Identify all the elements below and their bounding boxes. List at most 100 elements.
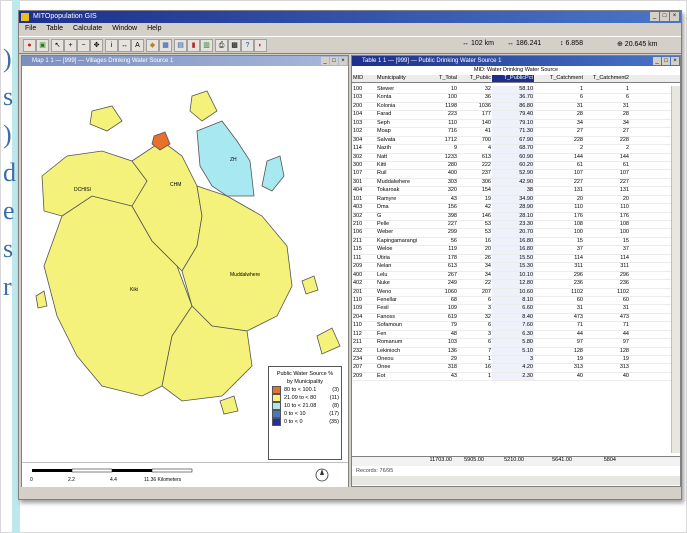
table-row[interactable]: 302 Natt 1233 613 60.90 144 144 xyxy=(352,153,672,162)
column-header[interactable]: T_Catchment2 xyxy=(584,75,630,82)
table-row[interactable]: 209 Eot 43 1 2.30 40 40 xyxy=(352,372,672,382)
table-row[interactable]: 115 Weloe 119 20 16.80 37 37 xyxy=(352,246,672,255)
menu-calculate[interactable]: Calculate xyxy=(73,23,102,35)
table-row[interactable]: 110 Fenellar 68 6 8.10 60 60 xyxy=(352,296,672,306)
table-row[interactable]: 100 Stewer 10 32 58.10 1 1 xyxy=(352,86,672,95)
zoom-out-icon[interactable]: − xyxy=(77,39,90,52)
table-row[interactable]: 210 Pelle 227 53 23.30 108 108 xyxy=(352,221,672,230)
table-row[interactable]: 106 Weber 299 53 20.70 100 100 xyxy=(352,229,672,238)
table-row[interactable]: 104 Farad 223 177 79.40 28 28 xyxy=(352,111,672,120)
close-button[interactable]: × xyxy=(670,12,679,21)
table-minimize-button[interactable]: _ xyxy=(653,57,661,65)
totals-cell xyxy=(352,457,374,466)
app-titlebar[interactable]: MITOpopulation GIS _ □ × xyxy=(19,11,681,23)
table-row[interactable]: 110 Sofamoun 79 6 7.60 71 71 xyxy=(352,322,672,331)
table-row[interactable]: 403 Dma 156 42 28.90 110 110 xyxy=(352,204,672,213)
menu-window[interactable]: Window xyxy=(112,23,137,35)
table-row[interactable]: 300 Kitti 280 222 60.20 61 61 xyxy=(352,161,672,171)
zoom-in-icon[interactable]: + xyxy=(64,39,77,52)
table-close-button[interactable]: × xyxy=(671,57,679,65)
print-icon[interactable]: ⎙ xyxy=(215,39,228,52)
query-icon[interactable]: ? xyxy=(241,39,254,52)
table-row[interactable]: 114 Nazih 9 4 68.70 2 2 xyxy=(352,145,672,154)
table-row[interactable]: 101 Ramyre 43 19 34.90 20 20 xyxy=(352,195,672,205)
table-row[interactable]: 400 Lelu 267 34 10.10 296 296 xyxy=(352,271,672,281)
column-header[interactable]: T_Catchment xyxy=(534,75,584,82)
table-row[interactable]: 234 Oneou 29 1 3 19 19 xyxy=(352,356,672,365)
column-header[interactable]: MID xyxy=(352,75,376,82)
table-row[interactable]: 209 Nelan 613 34 15.30 311 311 xyxy=(352,263,672,272)
minimize-button[interactable]: _ xyxy=(650,12,659,21)
table-cell: 20 xyxy=(484,246,491,253)
theme-icon[interactable]: ◐ xyxy=(254,39,267,52)
open-icon[interactable]: ● xyxy=(23,39,36,52)
table-row[interactable]: 107 Ruil 400 237 52.90 107 107 xyxy=(352,170,672,179)
map-icon[interactable]: ▦ xyxy=(159,39,172,52)
table-row[interactable]: 204 Fanoss 619 32 8.40 473 473 xyxy=(352,313,672,323)
table-row[interactable]: 304 Salvata 1712 700 67.90 228 228 xyxy=(352,136,672,146)
table-cell: 613 xyxy=(481,153,491,160)
menu-help[interactable]: Help xyxy=(147,23,161,35)
map-canvas[interactable]: DCHISI CHM ZH Muddalwhere Kiki Public Wa… xyxy=(22,66,348,461)
pan-icon[interactable]: ✥ xyxy=(90,39,103,52)
table-cell: 110 xyxy=(353,296,362,303)
table-cell: 228 xyxy=(619,136,629,143)
table-cell: 311 xyxy=(574,263,583,270)
column-header[interactable]: T_Total xyxy=(424,75,458,82)
table-row[interactable]: 301 Muddalwhere 303 306 42.90 227 227 xyxy=(352,178,672,188)
table-cell: 176 xyxy=(619,212,629,219)
table-cell: 110 xyxy=(448,119,457,126)
scale-tick-2: 4.4 xyxy=(110,477,117,483)
table-icon[interactable]: ▤ xyxy=(174,39,187,52)
table-row[interactable]: 102 Moap 716 41 71.30 27 27 xyxy=(352,128,672,137)
column-header-selected[interactable]: T_PublicPct xyxy=(492,75,534,83)
table-row[interactable]: 207 Onee 318 16 4.20 313 313 xyxy=(352,364,672,373)
table-cell: 100 xyxy=(619,229,629,236)
table-cell: 227 xyxy=(573,178,583,185)
map-window-title[interactable]: Map 1 1 — [999] — Villages Drinking Wate… xyxy=(22,56,348,66)
table-cell: 402 xyxy=(353,280,363,287)
table-cell: 6 xyxy=(579,94,583,101)
map-minimize-button[interactable]: _ xyxy=(321,57,329,65)
table-row[interactable]: 109 Fesil 109 3 6.60 31 31 xyxy=(352,305,672,314)
info-icon[interactable]: i xyxy=(105,39,118,52)
chart-icon[interactable]: ▮ xyxy=(187,39,200,52)
ruler-icon[interactable]: ↔ xyxy=(118,39,131,52)
table-cell: 71 xyxy=(576,322,583,329)
horizontal-scrollbar[interactable] xyxy=(352,476,680,485)
table-row[interactable]: 232 Lekinioch 136 7 5.10 128 128 xyxy=(352,347,672,356)
table-cell: 114 xyxy=(574,254,583,261)
column-header[interactable]: T_Public xyxy=(458,75,492,82)
select-icon[interactable]: ↖ xyxy=(51,39,64,52)
table-cell: 700 xyxy=(481,136,491,143)
table-row[interactable]: 201 Weno 1060 207 10.60 1102 1102 xyxy=(352,288,672,297)
map-close-button[interactable]: × xyxy=(339,57,347,65)
column-header[interactable]: Municipality xyxy=(376,75,424,82)
table-row[interactable]: 103 Konta 100 36 36.70 6 6 xyxy=(352,94,672,103)
table-cell: 103 xyxy=(353,119,363,126)
table-window-title[interactable]: Table 1 1 — [999] — Public Drinking Wate… xyxy=(352,56,680,66)
table-row[interactable]: 103 Seph 110 140 79.10 34 34 xyxy=(352,119,672,129)
table-maximize-button[interactable]: □ xyxy=(662,57,670,65)
grid-icon[interactable]: ▩ xyxy=(228,39,241,52)
menu-file[interactable]: File xyxy=(25,23,36,35)
table-row[interactable]: 211 Romanum 103 6 5.80 97 97 xyxy=(352,339,672,348)
gis-application-window: MITOpopulation GIS _ □ × File Table Calc… xyxy=(18,10,682,500)
table-row[interactable]: 302 G 398 146 28.10 176 176 xyxy=(352,212,672,221)
save-icon[interactable]: ▣ xyxy=(36,39,49,52)
layer-icon[interactable]: ◆ xyxy=(146,39,159,52)
table-row[interactable]: 112 Fen 48 3 6.30 44 44 xyxy=(352,330,672,340)
table-row[interactable]: 111 Utiria 178 26 15.50 114 114 xyxy=(352,254,672,264)
maximize-button[interactable]: □ xyxy=(660,12,669,21)
vertical-scrollbar[interactable] xyxy=(671,86,680,453)
map-maximize-button[interactable]: □ xyxy=(330,57,338,65)
table-row[interactable]: 200 Kolonia 1198 1036 86.80 31 31 xyxy=(352,102,672,112)
menu-table[interactable]: Table xyxy=(46,23,63,35)
table-cell: 306 xyxy=(481,178,491,185)
table-cell: 42 xyxy=(484,204,491,211)
legend-icon[interactable]: ▥ xyxy=(200,39,213,52)
table-row[interactable]: 402 Nuke 249 22 12.80 236 236 xyxy=(352,280,672,289)
label-icon[interactable]: A xyxy=(131,39,144,52)
table-row[interactable]: 404 Tokaroak 320 154 38 131 131 xyxy=(352,187,672,196)
table-row[interactable]: 211 Kapingamarangi 56 16 16.80 15 15 xyxy=(352,237,672,247)
